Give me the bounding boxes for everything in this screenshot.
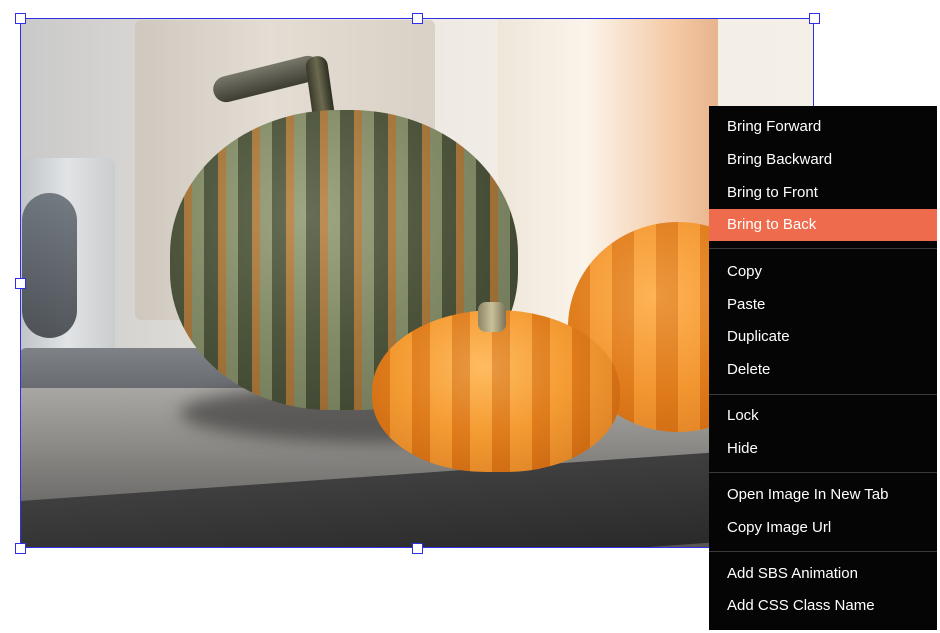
resize-handle-top-right[interactable]: [809, 13, 820, 24]
menu-item-delete[interactable]: Delete: [709, 354, 937, 386]
menu-item-paste[interactable]: Paste: [709, 289, 937, 321]
small-pumpkin-stem: [478, 302, 506, 332]
menu-separator: [709, 472, 937, 473]
menu-item-bring-to-back[interactable]: Bring to Back: [709, 209, 937, 241]
orange-pumpkin-small: [372, 310, 620, 472]
context-menu: Bring Forward Bring Backward Bring to Fr…: [709, 106, 937, 630]
menu-item-copy-image-url[interactable]: Copy Image Url: [709, 512, 937, 544]
background-glass-shadow: [22, 193, 77, 338]
menu-item-open-image-new-tab[interactable]: Open Image In New Tab: [709, 479, 937, 511]
resize-handle-bottom-left[interactable]: [15, 543, 26, 554]
menu-item-add-sbs-animation[interactable]: Add SBS Animation: [709, 558, 937, 590]
menu-item-bring-forward[interactable]: Bring Forward: [709, 111, 937, 143]
menu-separator: [709, 248, 937, 249]
menu-item-hide[interactable]: Hide: [709, 433, 937, 465]
resize-handle-top-center[interactable]: [412, 13, 423, 24]
menu-item-bring-to-front[interactable]: Bring to Front: [709, 177, 937, 209]
image-canvas[interactable]: [20, 18, 814, 548]
menu-separator: [709, 394, 937, 395]
menu-separator: [709, 551, 937, 552]
menu-item-bring-backward[interactable]: Bring Backward: [709, 144, 937, 176]
menu-item-add-css-class-name[interactable]: Add CSS Class Name: [709, 590, 937, 622]
menu-item-lock[interactable]: Lock: [709, 400, 937, 432]
menu-item-copy[interactable]: Copy: [709, 256, 937, 288]
menu-item-duplicate[interactable]: Duplicate: [709, 321, 937, 353]
resize-handle-middle-left[interactable]: [15, 278, 26, 289]
resize-handle-top-left[interactable]: [15, 13, 26, 24]
resize-handle-bottom-center[interactable]: [412, 543, 423, 554]
